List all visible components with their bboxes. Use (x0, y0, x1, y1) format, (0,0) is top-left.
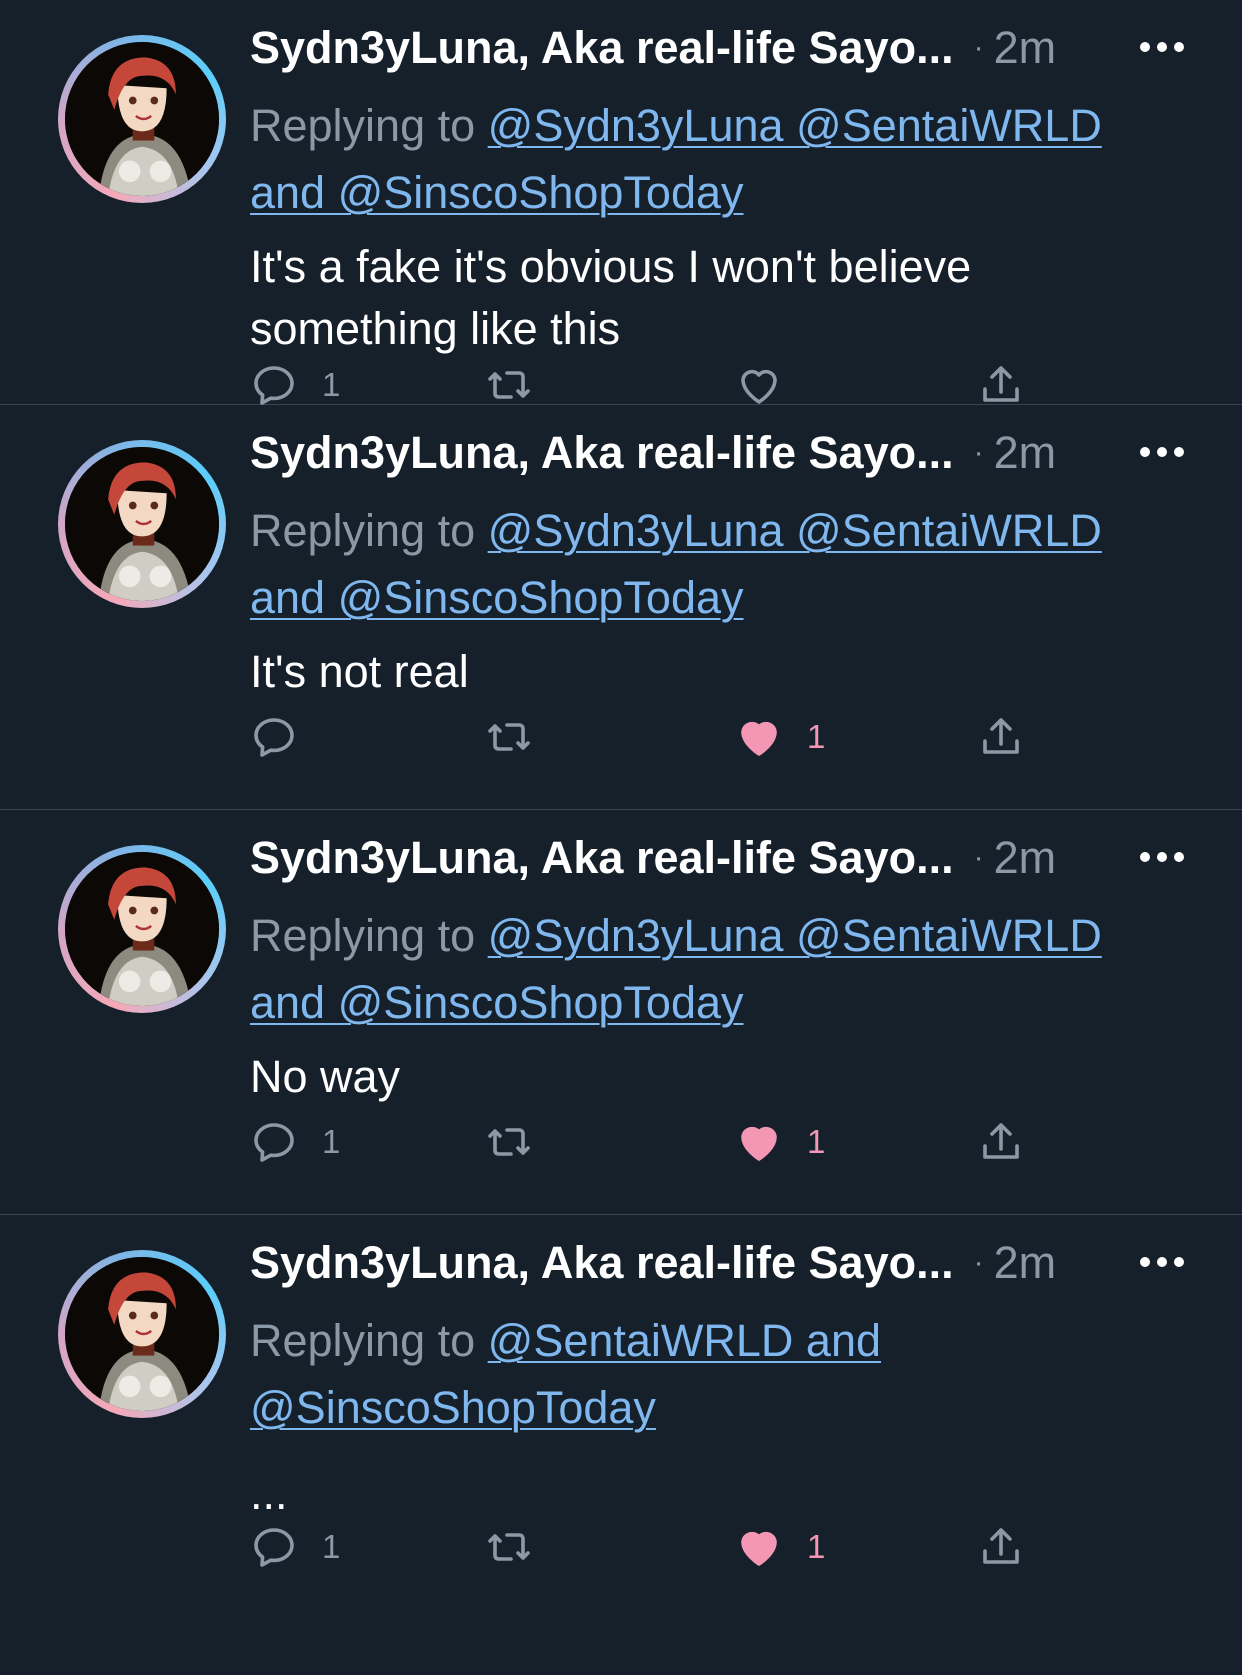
retweet-icon (488, 1128, 530, 1156)
author-name[interactable]: Sydn3yLuna, Aka real-life Sayo... (250, 1237, 954, 1289)
author-name[interactable]: Sydn3yLuna, Aka real-life Sayo... (250, 427, 954, 479)
mention-link[interactable]: @Sydn3yLuna @SentaiWRLD (488, 100, 1102, 151)
action-bar: 1 1 (250, 1112, 1040, 1172)
tweet-text: It's not real (250, 646, 469, 697)
action-bar: 1 (250, 707, 1040, 767)
retweet-button[interactable] (485, 707, 533, 767)
like-count: 1 (807, 1528, 826, 1565)
replying-to: Replying to @SentaiWRLD and @SinscoShopT… (250, 1315, 882, 1433)
share-icon (983, 366, 1019, 402)
share-button[interactable] (977, 1112, 1025, 1172)
author-name[interactable]: Sydn3yLuna, Aka real-life Sayo... (250, 22, 954, 74)
heart-icon (741, 721, 777, 756)
reply-count: 1 (322, 1123, 341, 1160)
tweet[interactable]: Sydn3yLuna, Aka real-life Sayo... · 2m Re… (0, 405, 1242, 810)
avatar[interactable] (58, 845, 226, 1013)
heart-icon (741, 1531, 777, 1566)
timestamp[interactable]: · 2m (974, 832, 1057, 884)
timestamp[interactable]: · 2m (974, 22, 1057, 74)
reply-count: 1 (322, 1528, 341, 1565)
like-count: 1 (807, 718, 826, 755)
avatar[interactable] (58, 1250, 226, 1418)
avatar-image (65, 852, 219, 1006)
timestamp[interactable]: · 2m (974, 427, 1057, 479)
more-icon[interactable] (1140, 850, 1184, 864)
replying-to: Replying to @Sydn3yLuna @SentaiWRLD and … (250, 505, 1102, 623)
retweet-icon (488, 723, 530, 751)
avatar-image (65, 1257, 219, 1411)
tweet[interactable]: Sydn3yLuna, Aka real-life Sayo... · 2m Re… (0, 0, 1242, 405)
more-icon[interactable] (1140, 1255, 1184, 1269)
share-icon (983, 718, 1019, 754)
avatar-image (65, 42, 219, 196)
retweet-icon (488, 371, 530, 399)
timestamp[interactable]: · 2m (974, 1237, 1057, 1289)
retweet-button[interactable] (485, 1517, 533, 1577)
mention-link[interactable]: @SentaiWRLD and (488, 1315, 881, 1366)
mention-link[interactable]: @Sydn3yLuna @SentaiWRLD (488, 505, 1102, 556)
reply-count: 1 (322, 366, 341, 403)
mention-link[interactable]: and @SinscoShopToday (250, 167, 744, 218)
author-name[interactable]: Sydn3yLuna, Aka real-life Sayo... (250, 832, 954, 884)
tweet-text: No way (250, 1051, 401, 1102)
tweet-text: It's a fake it's obvious I won't believe… (250, 241, 972, 354)
avatar-image (65, 447, 219, 601)
more-icon[interactable] (1140, 40, 1184, 54)
heart-icon (741, 1126, 777, 1161)
reply-button[interactable] (250, 707, 322, 767)
like-button[interactable]: 1 (735, 1517, 825, 1577)
reply-button[interactable]: 1 (250, 1112, 340, 1172)
share-icon (983, 1123, 1019, 1159)
action-bar: 1 1 (250, 1517, 1040, 1577)
reply-icon (254, 1123, 294, 1162)
heart-icon (741, 369, 777, 404)
reply-icon (254, 1528, 294, 1567)
reply-icon (254, 718, 294, 757)
reply-button[interactable]: 1 (250, 1517, 340, 1577)
tweet-feed: Sydn3yLuna, Aka real-life Sayo... · 2m Re… (0, 0, 1242, 1635)
mention-link[interactable]: @Sydn3yLuna @SentaiWRLD (488, 910, 1102, 961)
replying-to: Replying to @Sydn3yLuna @SentaiWRLD and … (250, 100, 1102, 218)
share-button[interactable] (977, 1517, 1025, 1577)
tweet[interactable]: Sydn3yLuna, Aka real-life Sayo... · 2m Re… (0, 1215, 1242, 1635)
mention-link[interactable]: and @SinscoShopToday (250, 977, 744, 1028)
avatar[interactable] (58, 440, 226, 608)
retweet-icon (488, 1533, 530, 1561)
like-count: 1 (807, 1123, 826, 1160)
like-button[interactable]: 1 (735, 1112, 825, 1172)
more-icon[interactable] (1140, 445, 1184, 459)
tweet-text: ... (250, 1468, 288, 1519)
avatar[interactable] (58, 35, 226, 203)
replying-to: Replying to @Sydn3yLuna @SentaiWRLD and … (250, 910, 1102, 1028)
tweet[interactable]: Sydn3yLuna, Aka real-life Sayo... · 2m Re… (0, 810, 1242, 1215)
retweet-button[interactable] (485, 1112, 533, 1172)
share-icon (983, 1528, 1019, 1564)
mention-link[interactable]: @SinscoShopToday (250, 1382, 656, 1433)
like-button[interactable]: 1 (735, 707, 825, 767)
share-button[interactable] (977, 707, 1025, 767)
reply-icon (254, 366, 294, 405)
mention-link[interactable]: and @SinscoShopToday (250, 572, 744, 623)
